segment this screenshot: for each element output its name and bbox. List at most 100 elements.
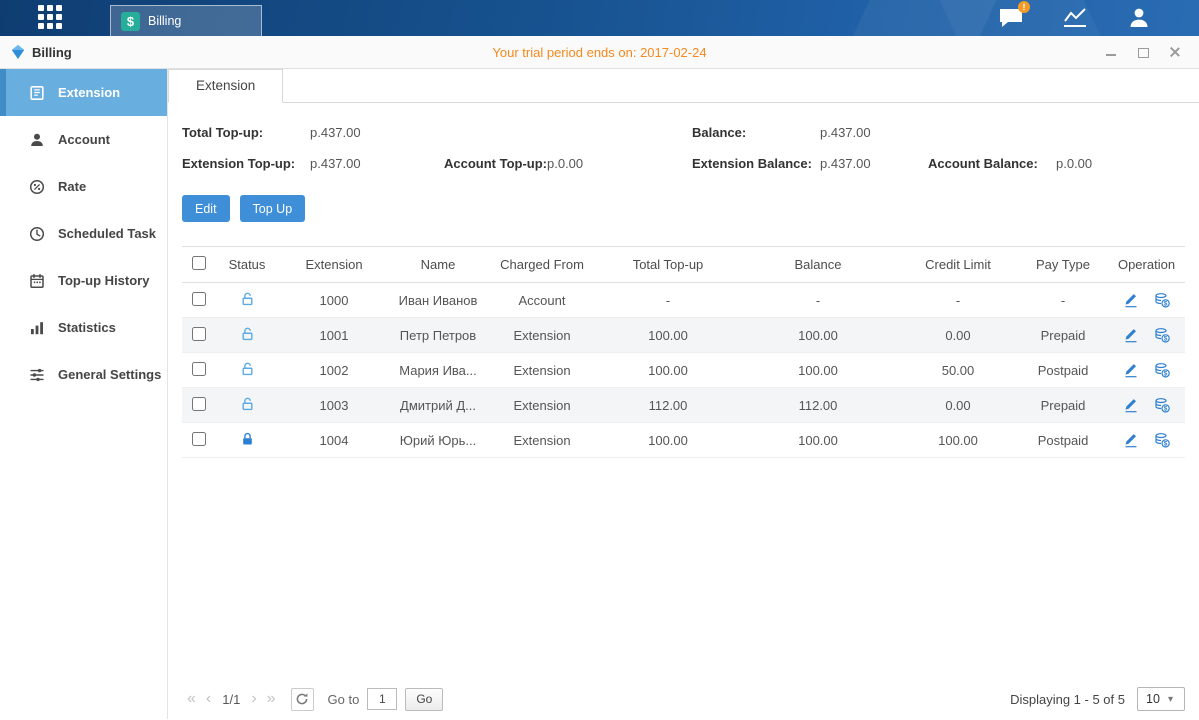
extension-balance-label: Extension Balance: [692, 156, 820, 171]
extension-topup-value: p.437.00 [310, 156, 361, 171]
close-icon[interactable] [1169, 46, 1181, 58]
window-controls [1105, 46, 1199, 58]
table-row: 1004 Юрий Юрь... Extension 100.00 100.00… [182, 423, 1185, 458]
top-up-row-icon[interactable]: $ [1154, 362, 1170, 378]
extension-table: Status Extension Name Charged From Total… [182, 246, 1185, 458]
table-row: 1002 Мария Ива... Extension 100.00 100.0… [182, 353, 1185, 388]
tab-extension[interactable]: Extension [168, 69, 283, 103]
go-button[interactable]: Go [405, 688, 443, 711]
cell-credit-limit: 0.00 [898, 318, 1018, 353]
cell-balance: 100.00 [738, 353, 898, 388]
table-row: 1000 Иван Иванов Account - - - - $ [182, 283, 1185, 318]
page-size-value: 10 [1138, 692, 1168, 706]
edit-row-icon[interactable] [1123, 397, 1139, 413]
minimize-icon[interactable] [1105, 46, 1117, 58]
messages-icon[interactable]: ! [997, 5, 1025, 31]
balance-summary: Total Top-up: p.437.00 Balance: p.437.00… [182, 125, 1185, 171]
balance: Balance: p.437.00 [692, 125, 928, 140]
cell-extension: 1001 [278, 318, 390, 353]
cell-credit-limit: 100.00 [898, 423, 1018, 458]
sidebar-item-topup-history[interactable]: Top-up History [0, 257, 167, 304]
refresh-button[interactable] [291, 688, 314, 711]
maximize-icon[interactable] [1137, 46, 1149, 58]
balance-label: Balance: [692, 125, 820, 140]
edit-row-icon[interactable] [1123, 292, 1139, 308]
row-checkbox[interactable] [192, 292, 206, 306]
top-up-row-icon[interactable]: $ [1154, 292, 1170, 308]
top-bar: Billing ! [0, 0, 1199, 36]
row-checkbox[interactable] [192, 327, 206, 341]
last-page-icon[interactable] [262, 690, 281, 708]
lock-open-icon [240, 365, 255, 380]
sidebar-item-statistics[interactable]: Statistics [0, 304, 167, 351]
cell-credit-limit: 50.00 [898, 353, 1018, 388]
cell-credit-limit: - [898, 283, 1018, 318]
sidebar-item-scheduled-task[interactable]: Scheduled Task [0, 210, 167, 257]
svg-text:$: $ [1164, 441, 1168, 448]
cell-total-topup: 100.00 [598, 353, 738, 388]
user-account-icon[interactable] [1125, 5, 1153, 31]
notification-badge: ! [1018, 1, 1030, 13]
edit-button[interactable]: Edit [182, 195, 230, 222]
cell-balance: 112.00 [738, 388, 898, 423]
top-up-row-icon[interactable]: $ [1154, 397, 1170, 413]
top-up-row-icon[interactable]: $ [1154, 432, 1170, 448]
sidebar-item-general-settings[interactable]: General Settings [0, 351, 167, 398]
balance-value: p.437.00 [820, 125, 871, 140]
row-checkbox[interactable] [192, 397, 206, 411]
lock-closed-icon [240, 435, 255, 450]
row-checkbox[interactable] [192, 432, 206, 446]
first-page-icon[interactable] [182, 690, 201, 708]
sidebar-item-extension[interactable]: Extension [0, 69, 167, 116]
cell-balance: 100.00 [738, 423, 898, 458]
sidebar-item-label: General Settings [58, 367, 161, 382]
cell-balance: - [738, 283, 898, 318]
sidebar-item-rate[interactable]: Rate [0, 163, 167, 210]
total-topup: Total Top-up: p.437.00 [182, 125, 444, 140]
top-up-row-icon[interactable]: $ [1154, 327, 1170, 343]
next-page-icon[interactable] [246, 690, 261, 708]
account-balance-label: Account Balance: [928, 156, 1056, 171]
account-topup: Account Top-up: p.0.00 [444, 156, 692, 171]
cell-total-topup: - [598, 283, 738, 318]
top-up-button[interactable]: Top Up [240, 195, 306, 222]
edit-row-icon[interactable] [1123, 362, 1139, 378]
table-row: 1001 Петр Петров Extension 100.00 100.00… [182, 318, 1185, 353]
apps-grid-icon[interactable] [38, 5, 66, 31]
account-balance: Account Balance: p.0.00 [928, 156, 1185, 171]
col-pay-type: Pay Type [1018, 247, 1108, 283]
col-extension: Extension [278, 247, 390, 283]
taskbar-tab-billing[interactable]: Billing [110, 5, 262, 36]
select-all-checkbox[interactable] [192, 256, 206, 270]
statistics-chart-icon[interactable] [1061, 5, 1089, 31]
extension-topup: Extension Top-up: p.437.00 [182, 156, 444, 171]
col-charged-from: Charged From [486, 247, 598, 283]
lock-open-icon [240, 330, 255, 345]
svg-text:$: $ [1164, 371, 1168, 378]
sidebar-item-label: Account [58, 132, 110, 147]
sidebar-item-account[interactable]: Account [0, 116, 167, 163]
cell-pay-type: - [1018, 283, 1108, 318]
page-size-select[interactable]: 10 [1137, 687, 1185, 711]
main-content: Extension Total Top-up: p.437.00 Balance… [168, 69, 1199, 719]
trial-notice: Your trial period ends on: 2017-02-24 [0, 45, 1199, 60]
sidebar-item-label: Rate [58, 179, 86, 194]
cell-charged-from: Account [486, 283, 598, 318]
edit-row-icon[interactable] [1123, 432, 1139, 448]
svg-text:$: $ [1164, 406, 1168, 413]
rate-icon [29, 179, 45, 195]
cell-extension: 1003 [278, 388, 390, 423]
cell-pay-type: Prepaid [1018, 388, 1108, 423]
edit-row-icon[interactable] [1123, 327, 1139, 343]
row-checkbox[interactable] [192, 362, 206, 376]
account-balance-value: p.0.00 [1056, 156, 1092, 171]
window-title-text: Billing [32, 45, 72, 60]
goto-label: Go to [328, 692, 360, 707]
billing-dollar-icon [121, 12, 140, 31]
previous-page-icon[interactable] [201, 690, 216, 708]
goto-page-input[interactable] [367, 688, 397, 710]
window-title-bar: Billing Your trial period ends on: 2017-… [0, 36, 1199, 69]
sidebar-item-label: Extension [58, 85, 120, 100]
account-icon [29, 132, 45, 148]
statistics-icon [29, 320, 45, 336]
